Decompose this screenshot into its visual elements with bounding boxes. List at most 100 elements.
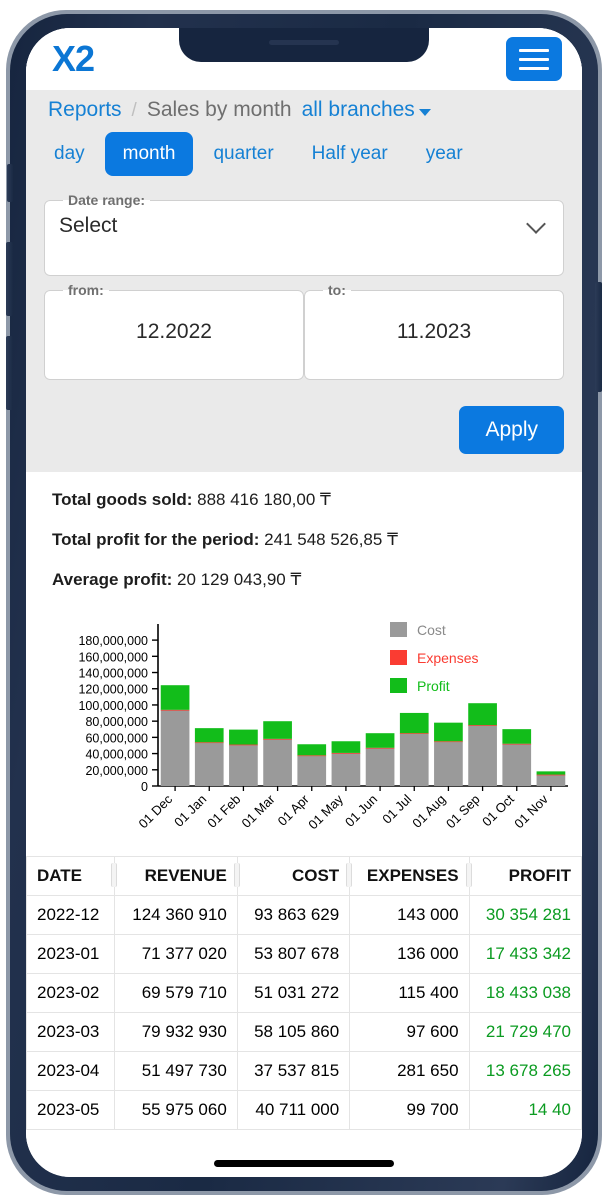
bar-expenses (434, 741, 463, 742)
summary-total-goods-sold-value: 888 416 180,00 ₸ (197, 490, 331, 509)
bar-expenses (297, 755, 326, 756)
x-tick-label: 01 Mar (238, 791, 278, 831)
bar-profit (229, 730, 258, 745)
tab-day[interactable]: day (36, 132, 103, 176)
bar-expenses (229, 745, 258, 746)
from-value: 12.2022 (59, 320, 289, 344)
column-header-profit[interactable]: PROFIT (469, 857, 581, 896)
breadcrumb-title: Sales by month (147, 98, 292, 122)
apply-button[interactable]: Apply (459, 406, 564, 454)
table-row[interactable]: 2023-0451 497 73037 537 815281 65013 678… (27, 1052, 582, 1091)
table-row[interactable]: 2023-0555 975 06040 711 00099 70014 40 (27, 1091, 582, 1130)
home-indicator[interactable] (214, 1160, 394, 1167)
bar-group-01-aug (434, 723, 463, 786)
x-tick-label: 01 Dec (135, 791, 175, 831)
silent-switch-button[interactable] (7, 164, 13, 202)
report-table: DATE REVENUE COST EXPENSES PROFIT 2022-1… (26, 856, 582, 1130)
bar-group-01-mar (263, 721, 292, 786)
bar-cost (332, 753, 361, 786)
y-tick-label: 60,000,000 (85, 731, 148, 745)
y-tick-label: 40,000,000 (85, 748, 148, 762)
cell-revenue: 69 579 710 (115, 974, 237, 1013)
cell-cost: 58 105 860 (237, 1013, 349, 1052)
table-row[interactable]: 2023-0269 579 71051 031 272115 40018 433… (27, 974, 582, 1013)
bar-cost (400, 733, 429, 786)
date-range-value: Select (59, 214, 117, 238)
tab-quarter[interactable]: quarter (195, 132, 291, 176)
cell-cost: 93 863 629 (237, 896, 349, 935)
brand-logo[interactable]: X2 (52, 41, 94, 77)
cell-date: 2022-12 (27, 896, 115, 935)
cell-profit: 18 433 038 (469, 974, 581, 1013)
legend-swatch-cost (390, 622, 407, 637)
date-range-select[interactable]: Date range: Select (44, 192, 564, 276)
tab-half-year[interactable]: Half year (294, 132, 406, 176)
to-date-field[interactable]: to: 11.2023 (304, 282, 564, 380)
bar-profit (434, 723, 463, 742)
bar-cost (195, 742, 224, 786)
earpiece-speaker (269, 40, 339, 45)
breadcrumb-separator: / (132, 100, 137, 122)
power-button[interactable] (595, 282, 602, 392)
cell-profit: 30 354 281 (469, 896, 581, 935)
branch-selector[interactable]: all branches (302, 98, 431, 122)
column-header-cost[interactable]: COST (237, 857, 349, 896)
bar-profit (161, 685, 190, 710)
bar-cost (434, 741, 463, 786)
cell-date: 2023-02 (27, 974, 115, 1013)
legend-label-profit: Profit (417, 678, 450, 694)
y-tick-label: 100,000,000 (78, 699, 148, 713)
x-tick-label: 01 Aug (409, 792, 448, 831)
y-tick-label: 0 (141, 780, 148, 794)
bar-cost (366, 748, 395, 786)
table-header-row: DATE REVENUE COST EXPENSES PROFIT (27, 857, 582, 896)
app-viewport: X2 Reports / Sales by month all branches (26, 28, 582, 1177)
report-table-head: DATE REVENUE COST EXPENSES PROFIT (27, 857, 582, 896)
x-tick-label: 01 Feb (204, 792, 243, 831)
y-tick-label: 20,000,000 (85, 764, 148, 778)
volume-up-button[interactable] (6, 242, 13, 316)
bar-group-01-jan (195, 728, 224, 786)
bar-cost (297, 756, 326, 786)
chart-svg: 0 20,000,000 40,000,000 60,000,000 80,000,00… (40, 614, 580, 850)
bar-group-01-sep (468, 703, 497, 786)
cell-revenue: 71 377 020 (115, 935, 237, 974)
table-row[interactable]: 2023-0171 377 02053 807 678136 00017 433… (27, 935, 582, 974)
chevron-down-icon (526, 214, 546, 234)
cell-cost: 37 537 815 (237, 1052, 349, 1091)
from-to-row: from: 12.2022 to: 11.2023 (44, 282, 564, 380)
cell-cost: 53 807 678 (237, 935, 349, 974)
bar-expenses (195, 742, 224, 743)
breadcrumb: Reports / Sales by month all branches (26, 90, 582, 126)
sales-bar-chart: 0 20,000,000 40,000,000 60,000,000 80,000,00… (26, 610, 582, 850)
cell-date: 2023-05 (27, 1091, 115, 1130)
cell-expenses: 99 700 (350, 1091, 469, 1130)
y-tick-label: 180,000,000 (78, 634, 148, 648)
y-tick-label: 140,000,000 (78, 667, 148, 681)
breadcrumb-reports-link[interactable]: Reports (48, 98, 122, 122)
cell-revenue: 124 360 910 (115, 896, 237, 935)
hamburger-menu-icon[interactable] (506, 37, 562, 81)
cell-expenses: 115 400 (350, 974, 469, 1013)
cell-revenue: 79 932 930 (115, 1013, 237, 1052)
bar-cost (502, 744, 531, 786)
column-header-date[interactable]: DATE (27, 857, 115, 896)
from-date-field[interactable]: from: 12.2022 (44, 282, 304, 380)
report-table-body: 2022-12124 360 91093 863 629143 00030 35… (27, 896, 582, 1130)
summary-average-profit-value: 20 129 043,90 ₸ (177, 570, 301, 589)
tab-month[interactable]: month (105, 132, 194, 176)
tab-year[interactable]: year (408, 132, 481, 176)
bar-profit (263, 721, 292, 739)
bar-cost (263, 739, 292, 786)
column-header-expenses[interactable]: EXPENSES (350, 857, 469, 896)
table-row[interactable]: 2022-12124 360 91093 863 629143 00030 35… (27, 896, 582, 935)
summary-average-profit-label: Average profit: (52, 570, 172, 589)
column-header-revenue[interactable]: REVENUE (115, 857, 237, 896)
cell-cost: 40 711 000 (237, 1091, 349, 1130)
volume-down-button[interactable] (6, 336, 13, 410)
table-row[interactable]: 2023-0379 932 93058 105 86097 60021 729 … (27, 1013, 582, 1052)
menu-bar-1 (519, 49, 549, 52)
y-tick-label: 80,000,000 (85, 715, 148, 729)
bar-profit (468, 703, 497, 725)
cell-revenue: 51 497 730 (115, 1052, 237, 1091)
